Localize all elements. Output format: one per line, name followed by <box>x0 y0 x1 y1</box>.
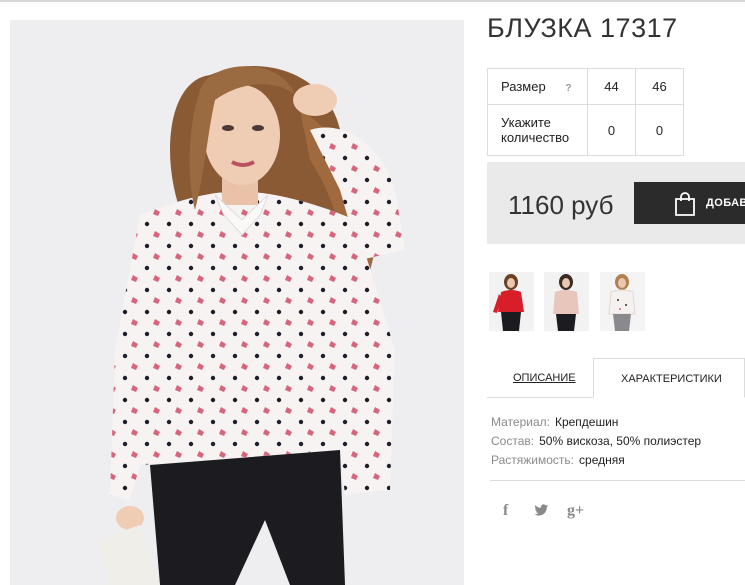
characteristic-key: Растяжимость: <box>491 453 575 467</box>
product-thumbnail-red[interactable] <box>489 272 534 331</box>
tab-description[interactable]: ОПИСАНИЕ <box>487 358 593 398</box>
product-tabs: ОПИСАНИЕ ХАРАКТЕРИСТИКИ <box>487 358 745 398</box>
quantity-input-46[interactable]: 0 <box>635 104 684 156</box>
size-label: Размер <box>501 79 546 94</box>
model-blouse-image <box>98 66 405 585</box>
characteristic-row: Растяжимость: средняя <box>491 451 701 470</box>
quantity-label-line2: количество <box>501 130 570 145</box>
characteristic-value: средняя <box>579 453 625 467</box>
product-price: 1160 руб <box>508 190 614 220</box>
characteristic-row: Материал: Крепдешин <box>491 413 701 432</box>
top-divider <box>0 0 745 2</box>
tab-description-label: ОПИСАНИЕ <box>513 372 576 384</box>
characteristic-key: Материал: <box>491 415 550 429</box>
size-quantity-table: Размер ? 44 46 Укажите количество 0 0 <box>487 68 684 156</box>
characteristics-list: Материал: Крепдешин Состав: 50% вискоза, 5… <box>491 413 701 470</box>
characteristic-value: 50% вискоза, 50% полиэстер <box>539 434 702 448</box>
main-product-photo[interactable] <box>10 20 464 585</box>
price-band: 1160 руб ДОБАВ <box>487 162 745 244</box>
product-title: БЛУЗКА 17317 <box>487 13 678 43</box>
product-thumbnail-pink[interactable] <box>544 272 589 331</box>
help-icon[interactable]: ? <box>565 83 571 94</box>
shopping-bag-icon <box>675 192 695 216</box>
facebook-icon[interactable]: f <box>503 502 508 520</box>
google-plus-icon[interactable]: g+ <box>567 502 584 520</box>
add-to-cart-button[interactable]: ДОБАВ <box>634 182 745 224</box>
thumbnail-red-image <box>489 272 534 331</box>
tab-characteristics-label: ХАРАКТЕРИСТИКИ <box>621 373 722 385</box>
quantity-input-44[interactable]: 0 <box>587 104 636 156</box>
tab-characteristics[interactable]: ХАРАКТЕРИСТИКИ <box>593 358 745 398</box>
characteristic-key: Состав: <box>491 434 535 448</box>
twitter-icon[interactable] <box>533 502 549 518</box>
characteristic-value: Крепдешин <box>554 415 619 429</box>
size-44: 44 <box>587 68 636 105</box>
thumbnail-pink-image <box>544 272 589 331</box>
size-46: 46 <box>635 68 684 105</box>
quantity-label-line1: Укажите <box>501 115 551 130</box>
quantity-label-cell: Укажите количество <box>487 104 588 156</box>
divider <box>490 480 745 481</box>
add-to-cart-label: ДОБАВ <box>706 197 745 209</box>
product-thumbnail-white[interactable] <box>600 272 645 331</box>
size-label-cell: Размер ? <box>487 68 588 105</box>
thumbnail-white-image <box>600 272 645 331</box>
characteristic-row: Состав: 50% вискоза, 50% полиэстер <box>491 432 701 451</box>
